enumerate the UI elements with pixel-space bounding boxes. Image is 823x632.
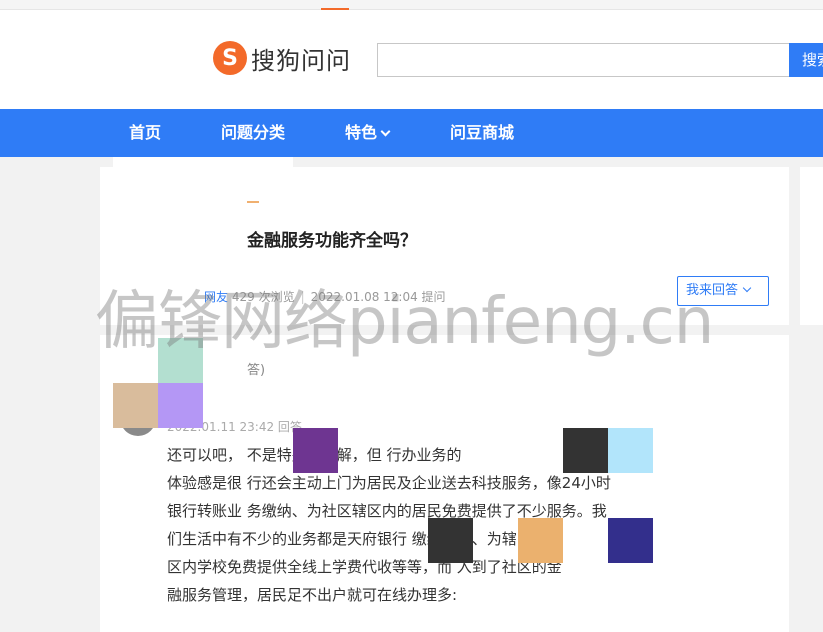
redaction-block [158, 383, 203, 428]
search-box [377, 43, 789, 77]
question-tag [247, 201, 259, 203]
asker-name[interactable]: 网友 [204, 290, 228, 304]
nav-item-home[interactable]: 首页 [129, 109, 161, 157]
nav-item-label: 首页 [129, 123, 162, 142]
top-bar [0, 0, 823, 10]
logo-text: 搜狗问问 [251, 46, 351, 75]
logo-icon: S [213, 41, 247, 75]
view-count: 429 次浏览 [231, 290, 295, 304]
chevron-down-icon [380, 126, 391, 137]
redaction-block [158, 338, 203, 383]
redaction-block [518, 518, 563, 563]
redaction-block [563, 428, 608, 473]
nav-bar: 首页 问题分类 特色 问豆商城 [0, 109, 823, 157]
question-meta: 网友 429 次浏览 | 2022.01.08 12:04 提问 [204, 288, 446, 305]
nav-item-shop[interactable]: 问豆商城 [450, 109, 514, 157]
ask-time: 2022.01.08 12:04 提问 [310, 290, 446, 304]
meta-separator: | [300, 290, 305, 304]
answer-line: 还可以吧， 不是特别地了解，但 行办业务的 [167, 446, 462, 464]
nav-item-label: 问豆商城 [450, 123, 515, 142]
redaction-block [428, 518, 473, 563]
header: S 搜狗问问 搜索 [0, 10, 823, 109]
nav-item-label: 特色 [345, 123, 378, 142]
redaction-block [608, 428, 653, 473]
nav-item-label: 问题分类 [221, 123, 286, 142]
redaction-block [608, 518, 653, 563]
answer-line: 融服务管理，居民足不出户就可在线办理多: [167, 586, 458, 604]
logo[interactable]: S 搜狗问问 [213, 40, 351, 76]
search-input[interactable] [378, 44, 789, 76]
chevron-down-icon [742, 283, 752, 293]
answer-line: 体验感是很 行还会主动上门为居民及企业送去科技服务，像24小时 [167, 474, 611, 492]
nav-item-categories[interactable]: 问题分类 [221, 109, 285, 157]
search-button[interactable]: 搜索 [789, 43, 823, 77]
answer-count: 答) [247, 363, 266, 378]
answer-button[interactable]: 我来回答 [677, 276, 769, 306]
question-title: 金融服务功能齐全吗？ [247, 231, 417, 251]
side-card [800, 167, 823, 325]
nav-item-features[interactable]: 特色 [345, 109, 391, 157]
redaction-block [293, 428, 338, 473]
redaction-block [113, 383, 158, 428]
answer-button-label: 我来回答 [686, 283, 739, 298]
